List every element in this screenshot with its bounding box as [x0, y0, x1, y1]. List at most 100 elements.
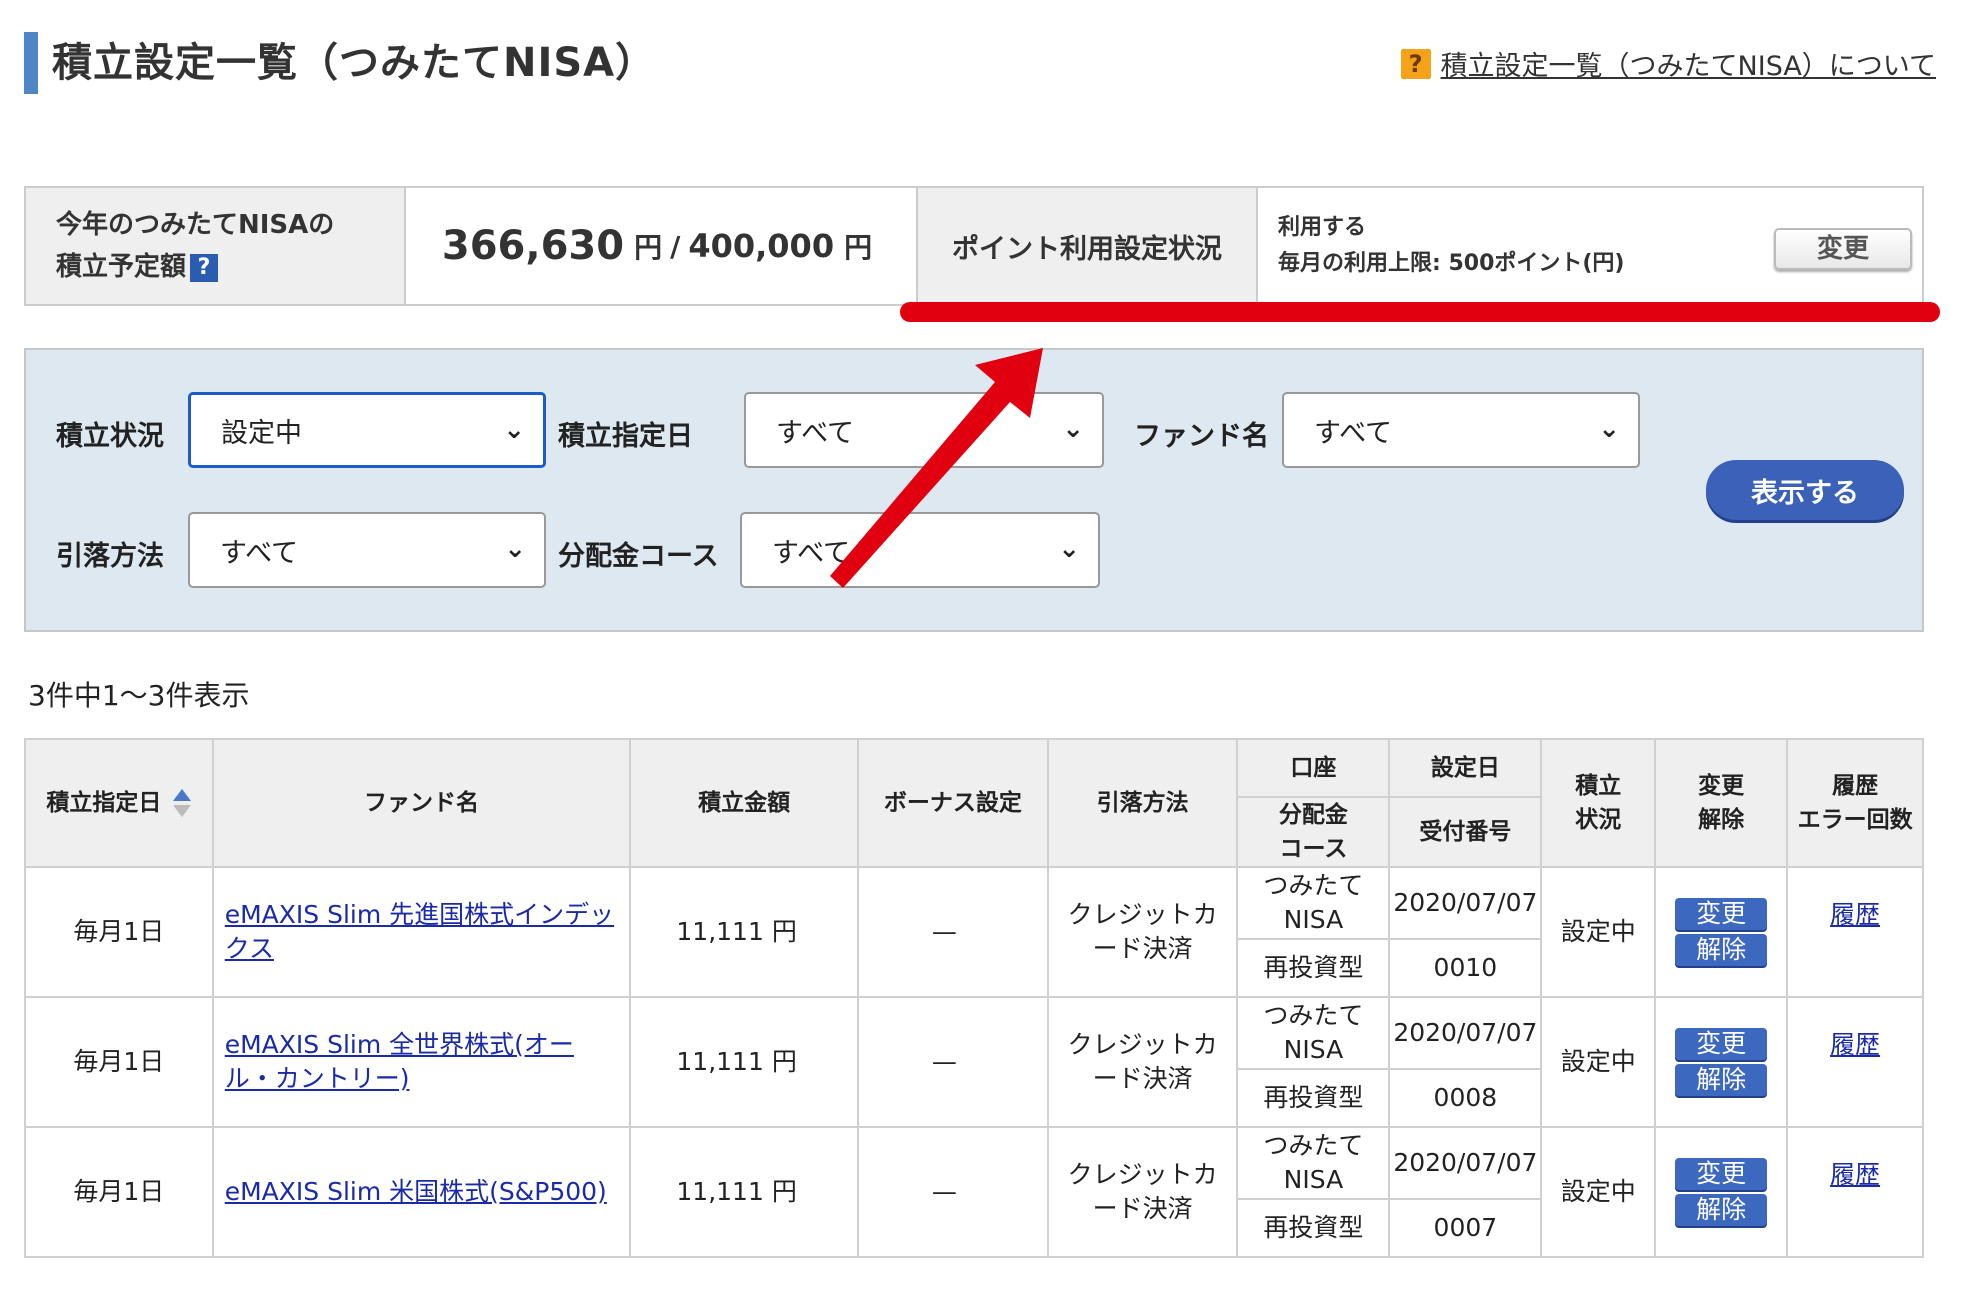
row-setdate: 2020/07/07 [1388, 996, 1543, 1070]
row-method: クレジットカード決済 [1046, 1126, 1239, 1258]
header-status-line2: 状況 [1575, 807, 1622, 833]
row-account: つみたてNISA [1236, 1126, 1391, 1200]
row-fund: eMAXIS Slim 全世界株式(オール・カントリー) [211, 996, 632, 1128]
row-bonus: — [857, 1126, 1049, 1258]
row-bonus: — [857, 996, 1049, 1128]
title-accent-bar [24, 32, 38, 94]
cancel-button[interactable]: 解除 [1675, 1064, 1768, 1096]
row-setdate: 2020/07/07 [1388, 1126, 1543, 1200]
date-filter-value: すべて [776, 417, 855, 449]
amount-separator: / [670, 229, 681, 263]
status-filter-select[interactable]: 設定中 ⌄ [188, 392, 546, 468]
table-row: 毎月1日 eMAXIS Slim 全世界株式(オール・カントリー) 11,111… [24, 996, 1924, 1128]
header-change-line1: 変更 [1698, 773, 1745, 799]
point-limit: 毎月の利用上限: 500ポイント(円) [1278, 251, 1625, 276]
history-link[interactable]: 履歴 [1830, 1030, 1880, 1059]
row-receipt: 0008 [1388, 1068, 1543, 1128]
plan-help-icon[interactable]: ? [190, 253, 219, 282]
row-status: 設定中 [1540, 996, 1657, 1128]
header-method: 引落方法 [1046, 738, 1239, 868]
row-amount: 11,111 円 [629, 866, 859, 998]
point-setting-cell: 利用する 毎月の利用上限: 500ポイント(円) 変更 [1258, 188, 1922, 304]
show-results-button[interactable]: 表示する [1706, 460, 1904, 520]
method-filter-value: すべて [220, 537, 299, 569]
row-history: 履歴 [1786, 866, 1924, 998]
question-icon: ? [1400, 48, 1431, 79]
row-receipt: 0007 [1388, 1198, 1543, 1258]
status-filter-value: 設定中 [221, 417, 302, 449]
help-link-group[interactable]: ? 積立設定一覧（つみたてNISA）について [1400, 44, 1936, 83]
row-bonus: — [857, 866, 1049, 998]
change-button[interactable]: 変更 [1675, 1028, 1768, 1060]
header-date[interactable]: 積立指定日 [24, 738, 214, 868]
header-status: 積立 状況 [1540, 738, 1657, 868]
header-history-line1: 履歴 [1832, 773, 1879, 799]
results-table: 積立指定日 ファンド名 積立金額 ボーナス設定 引落方法 口座 設定日 積立 状況… [24, 738, 1924, 1258]
header-change: 変更 解除 [1654, 738, 1789, 868]
fund-filter-select[interactable]: すべて ⌄ [1282, 392, 1640, 468]
current-amount: 366,630 [441, 223, 625, 269]
date-filter-select[interactable]: すべて ⌄ [744, 392, 1104, 468]
date-filter-label: 積立指定日 [558, 421, 693, 452]
row-actions: 変更 解除 [1654, 996, 1789, 1128]
fund-link[interactable]: eMAXIS Slim 先進国株式インデックス [215, 898, 629, 966]
row-account: つみたてNISA [1236, 866, 1391, 940]
row-fund: eMAXIS Slim 米国株式(S&P500) [211, 1126, 632, 1258]
row-fund: eMAXIS Slim 先進国株式インデックス [211, 866, 632, 998]
point-status: 利用する [1278, 215, 1367, 240]
plan-amount-cell: 366,630 円 / 400,000 円 [406, 188, 918, 304]
cancel-button[interactable]: 解除 [1675, 1194, 1768, 1226]
help-link[interactable]: 積立設定一覧（つみたてNISA）について [1441, 44, 1936, 83]
course-filter-label: 分配金コース [558, 541, 719, 572]
row-actions: 変更 解除 [1654, 866, 1789, 998]
header-account: 口座 [1236, 738, 1391, 798]
plan-label-line1: 今年のつみたてNISAの [56, 210, 335, 240]
course-filter-select[interactable]: すべて ⌄ [740, 512, 1100, 588]
annotation-underline [900, 302, 1940, 322]
row-receipt: 0010 [1388, 938, 1543, 998]
header-bonus: ボーナス設定 [857, 738, 1049, 868]
chevron-down-icon: ⌄ [503, 415, 525, 445]
change-button[interactable]: 変更 [1675, 898, 1768, 930]
row-account: つみたてNISA [1236, 996, 1391, 1070]
method-filter-select[interactable]: すべて ⌄ [188, 512, 546, 588]
fund-link[interactable]: eMAXIS Slim 全世界株式(オール・カントリー) [215, 1028, 629, 1096]
current-amount-unit: 円 [634, 231, 663, 264]
cancel-button[interactable]: 解除 [1675, 934, 1768, 966]
row-course: 再投資型 [1236, 1198, 1391, 1258]
filter-panel: 積立状況 設定中 ⌄ 積立指定日 すべて ⌄ ファンド名 すべて ⌄ 引落方法 すべて… [24, 348, 1924, 632]
result-count: 3件中1～3件表示 [28, 679, 250, 712]
change-button[interactable]: 変更 [1675, 1158, 1768, 1190]
header-change-line2: 解除 [1698, 807, 1745, 833]
plan-label-line2: 積立予定額 [56, 252, 187, 282]
fund-link[interactable]: eMAXIS Slim 米国株式(S&P500) [215, 1175, 629, 1209]
point-change-button[interactable]: 変更 [1774, 228, 1912, 270]
header-course-line2: コース [1279, 836, 1348, 862]
row-date: 毎月1日 [24, 1126, 214, 1258]
header-history-line2: エラー回数 [1797, 807, 1913, 833]
table-row: 毎月1日 eMAXIS Slim 先進国株式インデックス 11,111 円 — … [24, 866, 1924, 998]
row-date: 毎月1日 [24, 866, 214, 998]
row-setdate: 2020/07/07 [1388, 866, 1543, 940]
chevron-down-icon: ⌄ [504, 534, 526, 564]
method-filter-label: 引落方法 [56, 541, 164, 572]
history-link[interactable]: 履歴 [1830, 1160, 1880, 1189]
row-amount: 11,111 円 [629, 1126, 859, 1258]
row-course: 再投資型 [1236, 1068, 1391, 1128]
header-course-line1: 分配金 [1278, 802, 1348, 828]
status-filter-label: 積立状況 [56, 421, 164, 452]
header-setdate: 設定日 [1388, 738, 1543, 798]
chevron-down-icon: ⌄ [1062, 414, 1084, 444]
table-row: 毎月1日 eMAXIS Slim 米国株式(S&P500) 11,111 円 —… [24, 1126, 1924, 1258]
chevron-down-icon: ⌄ [1058, 534, 1080, 564]
row-method: クレジットカード決済 [1046, 996, 1239, 1128]
row-date: 毎月1日 [24, 996, 214, 1128]
row-status: 設定中 [1540, 1126, 1657, 1258]
chevron-down-icon: ⌄ [1598, 414, 1620, 444]
row-course: 再投資型 [1236, 938, 1391, 998]
header-amount: 積立金額 [629, 738, 859, 868]
history-link[interactable]: 履歴 [1830, 900, 1880, 929]
header-course: 分配金 コース [1236, 796, 1391, 868]
header-fund: ファンド名 [211, 738, 632, 868]
sort-icon[interactable] [173, 788, 192, 819]
